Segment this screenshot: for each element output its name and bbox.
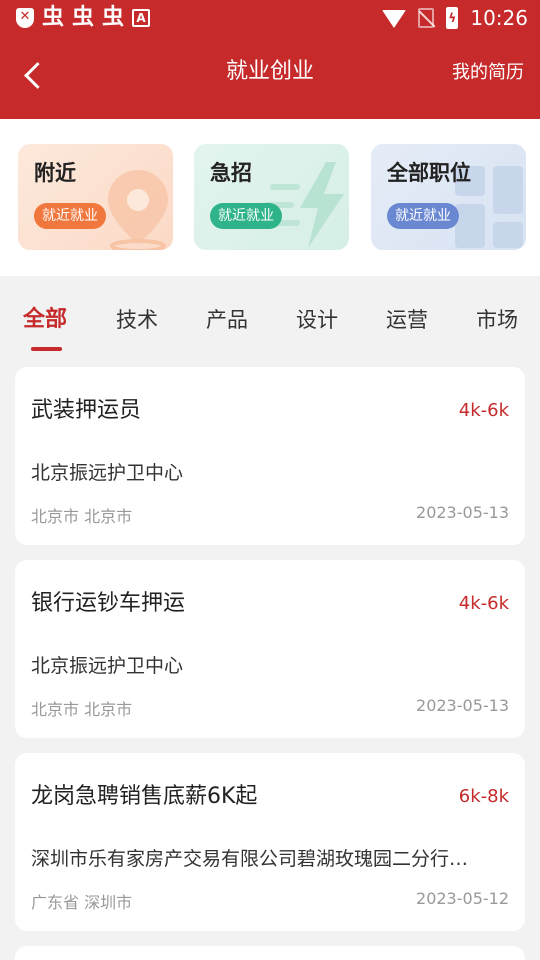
bug-icon: 虫 — [72, 5, 95, 30]
location-pin-icon — [108, 170, 168, 250]
category-card-urgent[interactable]: 急招 就近就业 — [194, 144, 349, 250]
my-resume-button[interactable]: 我的简历 — [452, 61, 524, 85]
status-right-icons: ϟ 10:26 — [382, 6, 528, 30]
lightning-icon — [264, 162, 344, 248]
category-tag: 就近就业 — [387, 203, 459, 229]
job-company: 北京振远护卫中心 — [31, 655, 184, 677]
status-bar: ✕ 虫 虫 虫 A ϟ 10:26 — [0, 0, 540, 38]
tab-operations[interactable]: 运营 — [386, 306, 428, 334]
active-tab-indicator — [31, 347, 62, 351]
tab-tech[interactable]: 技术 — [116, 306, 158, 334]
clock: 10:26 — [470, 6, 528, 30]
job-card[interactable]: 银行运钞车押运 4k-6k 北京振远护卫中心 北京市 北京市 2023-05-1… — [15, 560, 525, 738]
job-location: 北京市 北京市 — [31, 507, 133, 526]
wifi-icon — [382, 10, 407, 28]
job-title: 武装押运员 — [31, 398, 142, 423]
tab-marketing[interactable]: 市场 — [476, 306, 518, 334]
job-card[interactable]: 龙岗急聘销售底薪6K起 6k-8k 深圳市乐有家房产交易有限公司碧湖玫瑰园二分行… — [15, 753, 525, 931]
bug-icon: 虫 — [42, 5, 65, 30]
job-salary: 4k-6k — [458, 400, 509, 421]
category-title: 全部职位 — [387, 161, 471, 185]
job-date: 2023-05-13 — [416, 503, 509, 522]
category-card-all-jobs[interactable]: 全部职位 就近就业 — [371, 144, 526, 250]
job-category-tabs: 全部 技术 产品 设计 运营 市场 — [0, 296, 540, 356]
job-company: 北京振远护卫中心 — [31, 462, 184, 484]
battery-charging-icon: ϟ — [446, 7, 459, 29]
category-card-nearby[interactable]: 附近 就近就业 — [18, 144, 173, 250]
job-company: 深圳市乐有家房产交易有限公司碧湖玫瑰园二分行… — [31, 848, 469, 870]
app-header: ✕ 虫 虫 虫 A ϟ 10:26 就业创业 我的简历 — [0, 0, 540, 119]
tab-design[interactable]: 设计 — [296, 306, 338, 334]
job-salary: 6k-8k — [458, 786, 509, 807]
job-title: 龙岗急聘销售底薪6K起 — [31, 784, 258, 809]
category-tag: 就近就业 — [34, 203, 106, 229]
category-section: 附近 就近就业 急招 就近就业 全部职位 就近就业 — [0, 119, 540, 276]
tab-product[interactable]: 产品 — [206, 306, 248, 334]
category-title: 急招 — [210, 161, 252, 185]
job-card-partial[interactable] — [15, 946, 525, 960]
accessibility-a-icon: A — [132, 9, 151, 27]
job-title: 银行运钞车押运 — [31, 591, 186, 616]
category-tag: 就近就业 — [210, 203, 282, 229]
category-title: 附近 — [34, 161, 76, 185]
shield-icon: ✕ — [16, 8, 34, 28]
job-location: 广东省 深圳市 — [31, 893, 133, 912]
no-sim-icon — [418, 8, 435, 28]
nav-bar: 就业创业 我的简历 — [0, 46, 540, 102]
bug-icon: 虫 — [102, 5, 125, 30]
job-location: 北京市 北京市 — [31, 700, 133, 719]
job-date: 2023-05-13 — [416, 696, 509, 715]
job-date: 2023-05-12 — [416, 889, 509, 908]
job-card[interactable]: 武装押运员 4k-6k 北京振远护卫中心 北京市 北京市 2023-05-13 — [15, 367, 525, 545]
status-left-icons: ✕ 虫 虫 虫 A — [16, 5, 151, 30]
tab-all[interactable]: 全部 — [23, 306, 67, 334]
job-salary: 4k-6k — [458, 593, 509, 614]
